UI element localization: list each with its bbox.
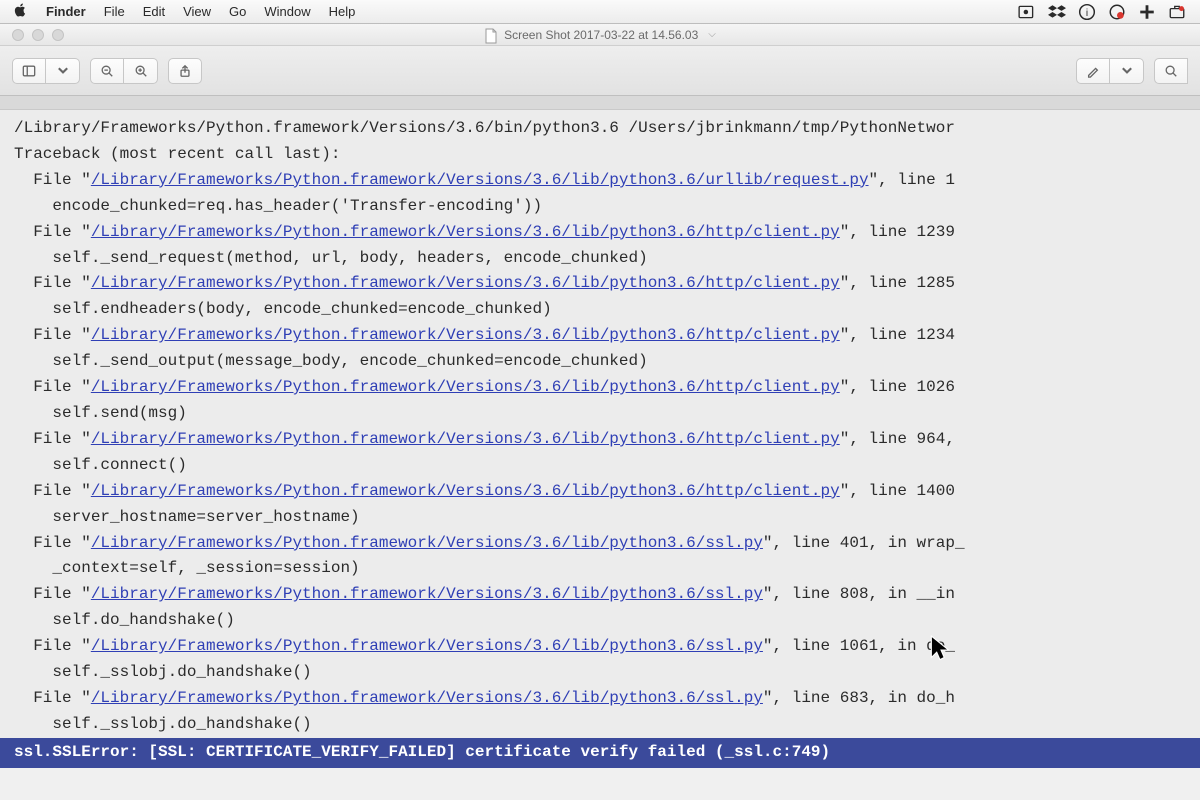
traceback-frame-code: self.connect() [14,453,1186,479]
window-title-text: Screen Shot 2017-03-22 at 14.56.03 [504,28,698,42]
menu-edit[interactable]: Edit [143,4,165,19]
minimize-window-button[interactable] [32,29,44,41]
traceback-frame-code: self.endheaders(body, encode_chunked=enc… [14,297,1186,323]
traceback-frame-file: File "/Library/Frameworks/Python.framewo… [14,427,1186,453]
menubar-tray: i [1018,3,1186,21]
macos-menubar: Finder File Edit View Go Window Help i [0,0,1200,24]
markup-group [1076,58,1144,84]
zoom-group [90,58,158,84]
sidebar-toggle-group [12,58,80,84]
traceback-frame-file: File "/Library/Frameworks/Python.framewo… [14,323,1186,349]
menu-file[interactable]: File [104,4,125,19]
window-titlebar: Screen Shot 2017-03-22 at 14.56.03 ⌵ [0,24,1200,46]
file-path-link[interactable]: /Library/Frameworks/Python.framework/Ver… [91,274,840,292]
traceback-frame-code: _context=self, _session=session) [14,556,1186,582]
file-path-link[interactable]: /Library/Frameworks/Python.framework/Ver… [91,534,763,552]
markup-dropdown-button[interactable] [1110,58,1144,84]
traceback-frame-file: File "/Library/Frameworks/Python.framewo… [14,220,1186,246]
toolbar-separator [0,96,1200,110]
traceback-frame-file: File "/Library/Frameworks/Python.framewo… [14,531,1186,557]
traffic-lights [0,29,64,41]
file-path-link[interactable]: /Library/Frameworks/Python.framework/Ver… [91,326,840,344]
traceback-frame-code: self._send_output(message_body, encode_c… [14,349,1186,375]
zoom-in-button[interactable] [124,58,158,84]
traceback-frame-file: File "/Library/Frameworks/Python.framewo… [14,634,1186,660]
file-path-link[interactable]: /Library/Frameworks/Python.framework/Ver… [91,171,869,189]
traceback-frame-code: self.send(msg) [14,401,1186,427]
traceback-frame-file: File "/Library/Frameworks/Python.framewo… [14,168,1186,194]
file-path-link[interactable]: /Library/Frameworks/Python.framework/Ver… [91,637,763,655]
traceback-frame-file: File "/Library/Frameworks/Python.framewo… [14,479,1186,505]
command-line: /Library/Frameworks/Python.framework/Ver… [14,116,1186,142]
preview-toolbar [0,46,1200,96]
file-path-link[interactable]: /Library/Frameworks/Python.framework/Ver… [91,689,763,707]
traceback-frame-code: self._sslobj.do_handshake() [14,712,1186,738]
record-status-icon[interactable] [1108,3,1126,21]
sidebar-dropdown-button[interactable] [46,58,80,84]
screen-record-icon[interactable] [1018,3,1036,21]
markup-button[interactable] [1076,58,1110,84]
traceback-frame-code: server_hostname=server_hostname) [14,505,1186,531]
close-window-button[interactable] [12,29,24,41]
dropbox-icon[interactable] [1048,3,1066,21]
menu-go[interactable]: Go [229,4,246,19]
info-icon[interactable]: i [1078,3,1096,21]
toolbox-icon[interactable] [1168,3,1186,21]
traceback-view: /Library/Frameworks/Python.framework/Ver… [0,110,1200,768]
menubar-left: Finder File Edit View Go Window Help [14,3,355,20]
share-button[interactable] [168,58,202,84]
document-icon [484,28,498,42]
menubar-app-name[interactable]: Finder [46,4,86,19]
sidebar-toggle-button[interactable] [12,58,46,84]
error-line: ssl.SSLError: [SSL: CERTIFICATE_VERIFY_F… [0,738,1200,768]
menu-window[interactable]: Window [264,4,310,19]
file-path-link[interactable]: /Library/Frameworks/Python.framework/Ver… [91,223,840,241]
traceback-frame-code: self._sslobj.do_handshake() [14,660,1186,686]
traceback-frame-file: File "/Library/Frameworks/Python.framewo… [14,582,1186,608]
zoom-window-button[interactable] [52,29,64,41]
traceback-frame-code: encode_chunked=req.has_header('Transfer-… [14,194,1186,220]
traceback-frame-file: File "/Library/Frameworks/Python.framewo… [14,271,1186,297]
menu-view[interactable]: View [183,4,211,19]
traceback-frame-file: File "/Library/Frameworks/Python.framewo… [14,686,1186,712]
traceback-frame-code: self.do_handshake() [14,608,1186,634]
file-path-link[interactable]: /Library/Frameworks/Python.framework/Ver… [91,430,840,448]
file-path-link[interactable]: /Library/Frameworks/Python.framework/Ver… [91,585,763,603]
title-chevron-icon: ⌵ [708,29,716,40]
apple-logo-icon[interactable] [14,3,28,20]
zoom-out-button[interactable] [90,58,124,84]
svg-text:i: i [1086,7,1088,18]
traceback-frame-code: self._send_request(method, url, body, he… [14,246,1186,272]
menu-help[interactable]: Help [329,4,356,19]
window-title: Screen Shot 2017-03-22 at 14.56.03 ⌵ [0,28,1200,42]
file-path-link[interactable]: /Library/Frameworks/Python.framework/Ver… [91,482,840,500]
plus-icon[interactable] [1138,3,1156,21]
traceback-frame-file: File "/Library/Frameworks/Python.framewo… [14,375,1186,401]
traceback-header: Traceback (most recent call last): [14,142,1186,168]
search-button[interactable] [1154,58,1188,84]
file-path-link[interactable]: /Library/Frameworks/Python.framework/Ver… [91,378,840,396]
